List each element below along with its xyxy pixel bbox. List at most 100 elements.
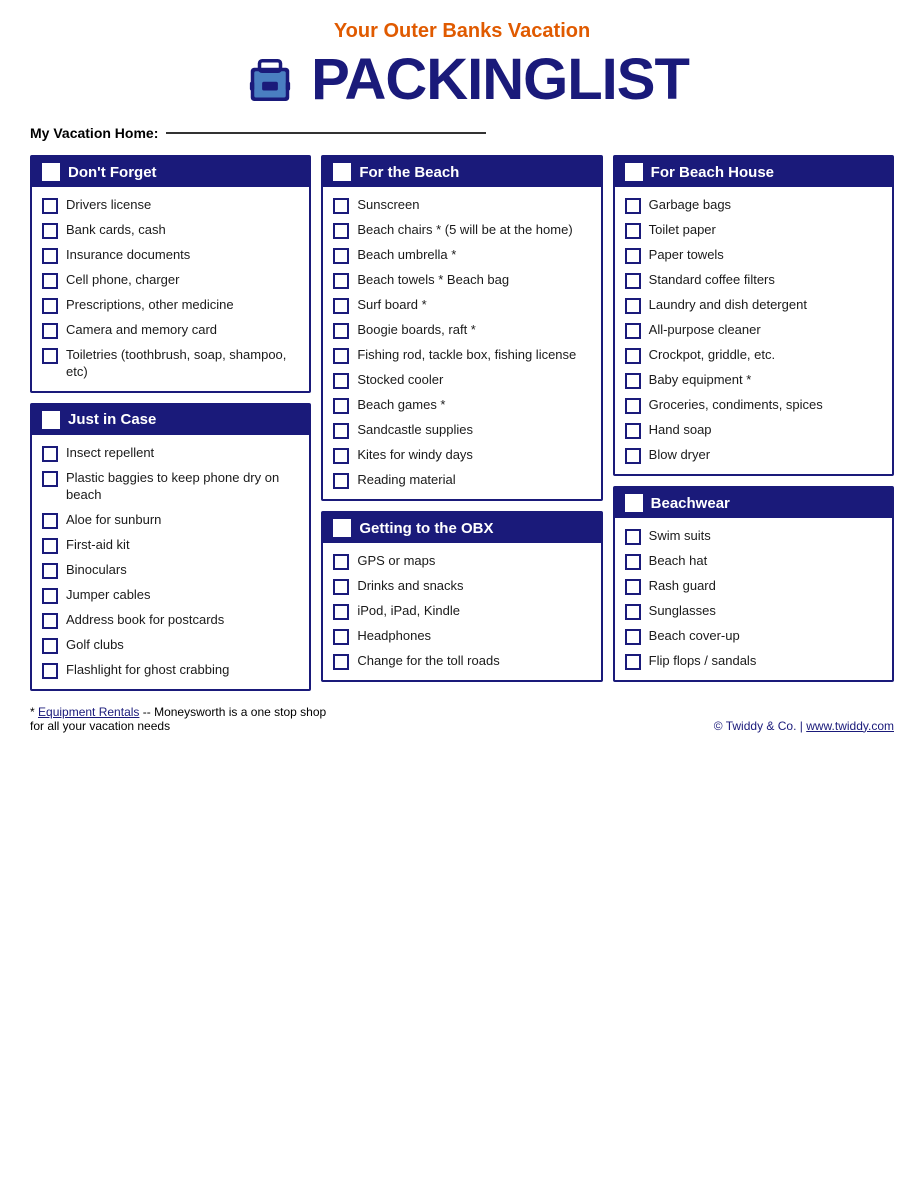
checkbox[interactable] [625, 654, 641, 670]
list-item: Flip flops / sandals [623, 649, 884, 674]
checkbox[interactable] [42, 663, 58, 679]
list-item: Drivers license [40, 193, 301, 218]
checkbox[interactable] [42, 538, 58, 554]
list-item: Sunscreen [331, 193, 592, 218]
list-item: Toilet paper [623, 218, 884, 243]
twiddy-website-link[interactable]: www.twiddy.com [806, 719, 894, 733]
list-item: Kites for windy days [331, 443, 592, 468]
list-item: Laundry and dish detergent [623, 293, 884, 318]
section-getting-to-obx: Getting to the OBX GPS or maps Drinks an… [321, 511, 602, 682]
checkbox[interactable] [625, 348, 641, 364]
section-header-just-in-case: Just in Case [32, 405, 309, 435]
list-item: Prescriptions, other medicine [40, 293, 301, 318]
checkbox[interactable] [625, 323, 641, 339]
checkbox[interactable] [42, 348, 58, 364]
header-subtitle: Your Outer Banks Vacation [30, 20, 894, 43]
checkbox[interactable] [333, 223, 349, 239]
checkbox[interactable] [333, 198, 349, 214]
checkbox[interactable] [333, 298, 349, 314]
checkbox[interactable] [333, 604, 349, 620]
header-checkbox-for-beach[interactable] [333, 163, 351, 181]
section-body-getting-to-obx: GPS or maps Drinks and snacks iPod, iPad… [323, 543, 600, 680]
checkbox[interactable] [42, 563, 58, 579]
list-item: All-purpose cleaner [623, 318, 884, 343]
checkbox[interactable] [333, 579, 349, 595]
header-checkbox-dont-forget[interactable] [42, 163, 60, 181]
checkbox[interactable] [625, 579, 641, 595]
checkbox[interactable] [333, 554, 349, 570]
list-item: Cell phone, charger [40, 268, 301, 293]
section-header-dont-forget: Don't Forget [32, 157, 309, 187]
header-checkbox-for-beach-house[interactable] [625, 163, 643, 181]
header-checkbox-beachwear[interactable] [625, 494, 643, 512]
checkbox[interactable] [625, 373, 641, 389]
section-body-for-beach-house: Garbage bags Toilet paper Paper towels S… [615, 187, 892, 474]
equipment-rentals-link[interactable]: Equipment Rentals [38, 705, 139, 719]
page-title: PACKINGLIST [311, 51, 689, 109]
checkbox[interactable] [42, 323, 58, 339]
checkbox[interactable] [333, 323, 349, 339]
checkbox[interactable] [42, 273, 58, 289]
checkbox[interactable] [333, 373, 349, 389]
checkbox[interactable] [625, 604, 641, 620]
checkbox[interactable] [42, 198, 58, 214]
section-title-for-beach-house: For Beach House [651, 164, 774, 181]
list-item: Headphones [331, 624, 592, 649]
list-item: Garbage bags [623, 193, 884, 218]
list-item: Aloe for sunburn [40, 508, 301, 533]
checkbox[interactable] [42, 638, 58, 654]
checkbox[interactable] [625, 529, 641, 545]
list-item: Paper towels [623, 243, 884, 268]
checkbox[interactable] [42, 248, 58, 264]
section-title-just-in-case: Just in Case [68, 411, 156, 428]
checkbox[interactable] [625, 448, 641, 464]
list-item: Golf clubs [40, 633, 301, 658]
section-title-dont-forget: Don't Forget [68, 164, 157, 181]
checkbox[interactable] [625, 398, 641, 414]
list-item: Insect repellent [40, 441, 301, 466]
checkbox[interactable] [333, 473, 349, 489]
list-item: Beach chairs * (5 will be at the home) [331, 218, 592, 243]
checkbox[interactable] [333, 348, 349, 364]
list-item: Beach cover-up [623, 624, 884, 649]
checkbox[interactable] [42, 471, 58, 487]
header-checkbox-just-in-case[interactable] [42, 411, 60, 429]
checkbox[interactable] [333, 248, 349, 264]
section-dont-forget: Don't Forget Drivers license Bank cards,… [30, 155, 311, 393]
checkbox[interactable] [333, 423, 349, 439]
checkbox[interactable] [333, 654, 349, 670]
checkbox[interactable] [625, 298, 641, 314]
footer-right: © Twiddy & Co. | www.twiddy.com [714, 719, 894, 733]
checkbox[interactable] [625, 223, 641, 239]
list-item: Bank cards, cash [40, 218, 301, 243]
checkbox[interactable] [42, 613, 58, 629]
section-for-beach-house: For Beach House Garbage bags Toilet pape… [613, 155, 894, 476]
checkbox[interactable] [625, 629, 641, 645]
list-item: Surf board * [331, 293, 592, 318]
vacation-home-label: My Vacation Home: [30, 125, 158, 141]
checkbox[interactable] [42, 513, 58, 529]
checkbox[interactable] [625, 248, 641, 264]
list-item: Fishing rod, tackle box, fishing license [331, 343, 592, 368]
list-item: Flashlight for ghost crabbing [40, 658, 301, 683]
main-columns: Don't Forget Drivers license Bank cards,… [30, 155, 894, 691]
list-item: Toiletries (toothbrush, soap, shampoo, e… [40, 343, 301, 385]
list-item: Beach games * [331, 393, 592, 418]
list-item: Standard coffee filters [623, 268, 884, 293]
checkbox[interactable] [625, 273, 641, 289]
checkbox[interactable] [333, 398, 349, 414]
checkbox[interactable] [42, 446, 58, 462]
header-checkbox-getting-to-obx[interactable] [333, 519, 351, 537]
checkbox[interactable] [333, 273, 349, 289]
list-item: First-aid kit [40, 533, 301, 558]
section-header-for-beach: For the Beach [323, 157, 600, 187]
checkbox[interactable] [625, 423, 641, 439]
checkbox[interactable] [42, 298, 58, 314]
checkbox[interactable] [625, 554, 641, 570]
checkbox[interactable] [42, 223, 58, 239]
checkbox[interactable] [333, 629, 349, 645]
list-item: Plastic baggies to keep phone dry on bea… [40, 466, 301, 508]
checkbox[interactable] [333, 448, 349, 464]
checkbox[interactable] [42, 588, 58, 604]
checkbox[interactable] [625, 198, 641, 214]
